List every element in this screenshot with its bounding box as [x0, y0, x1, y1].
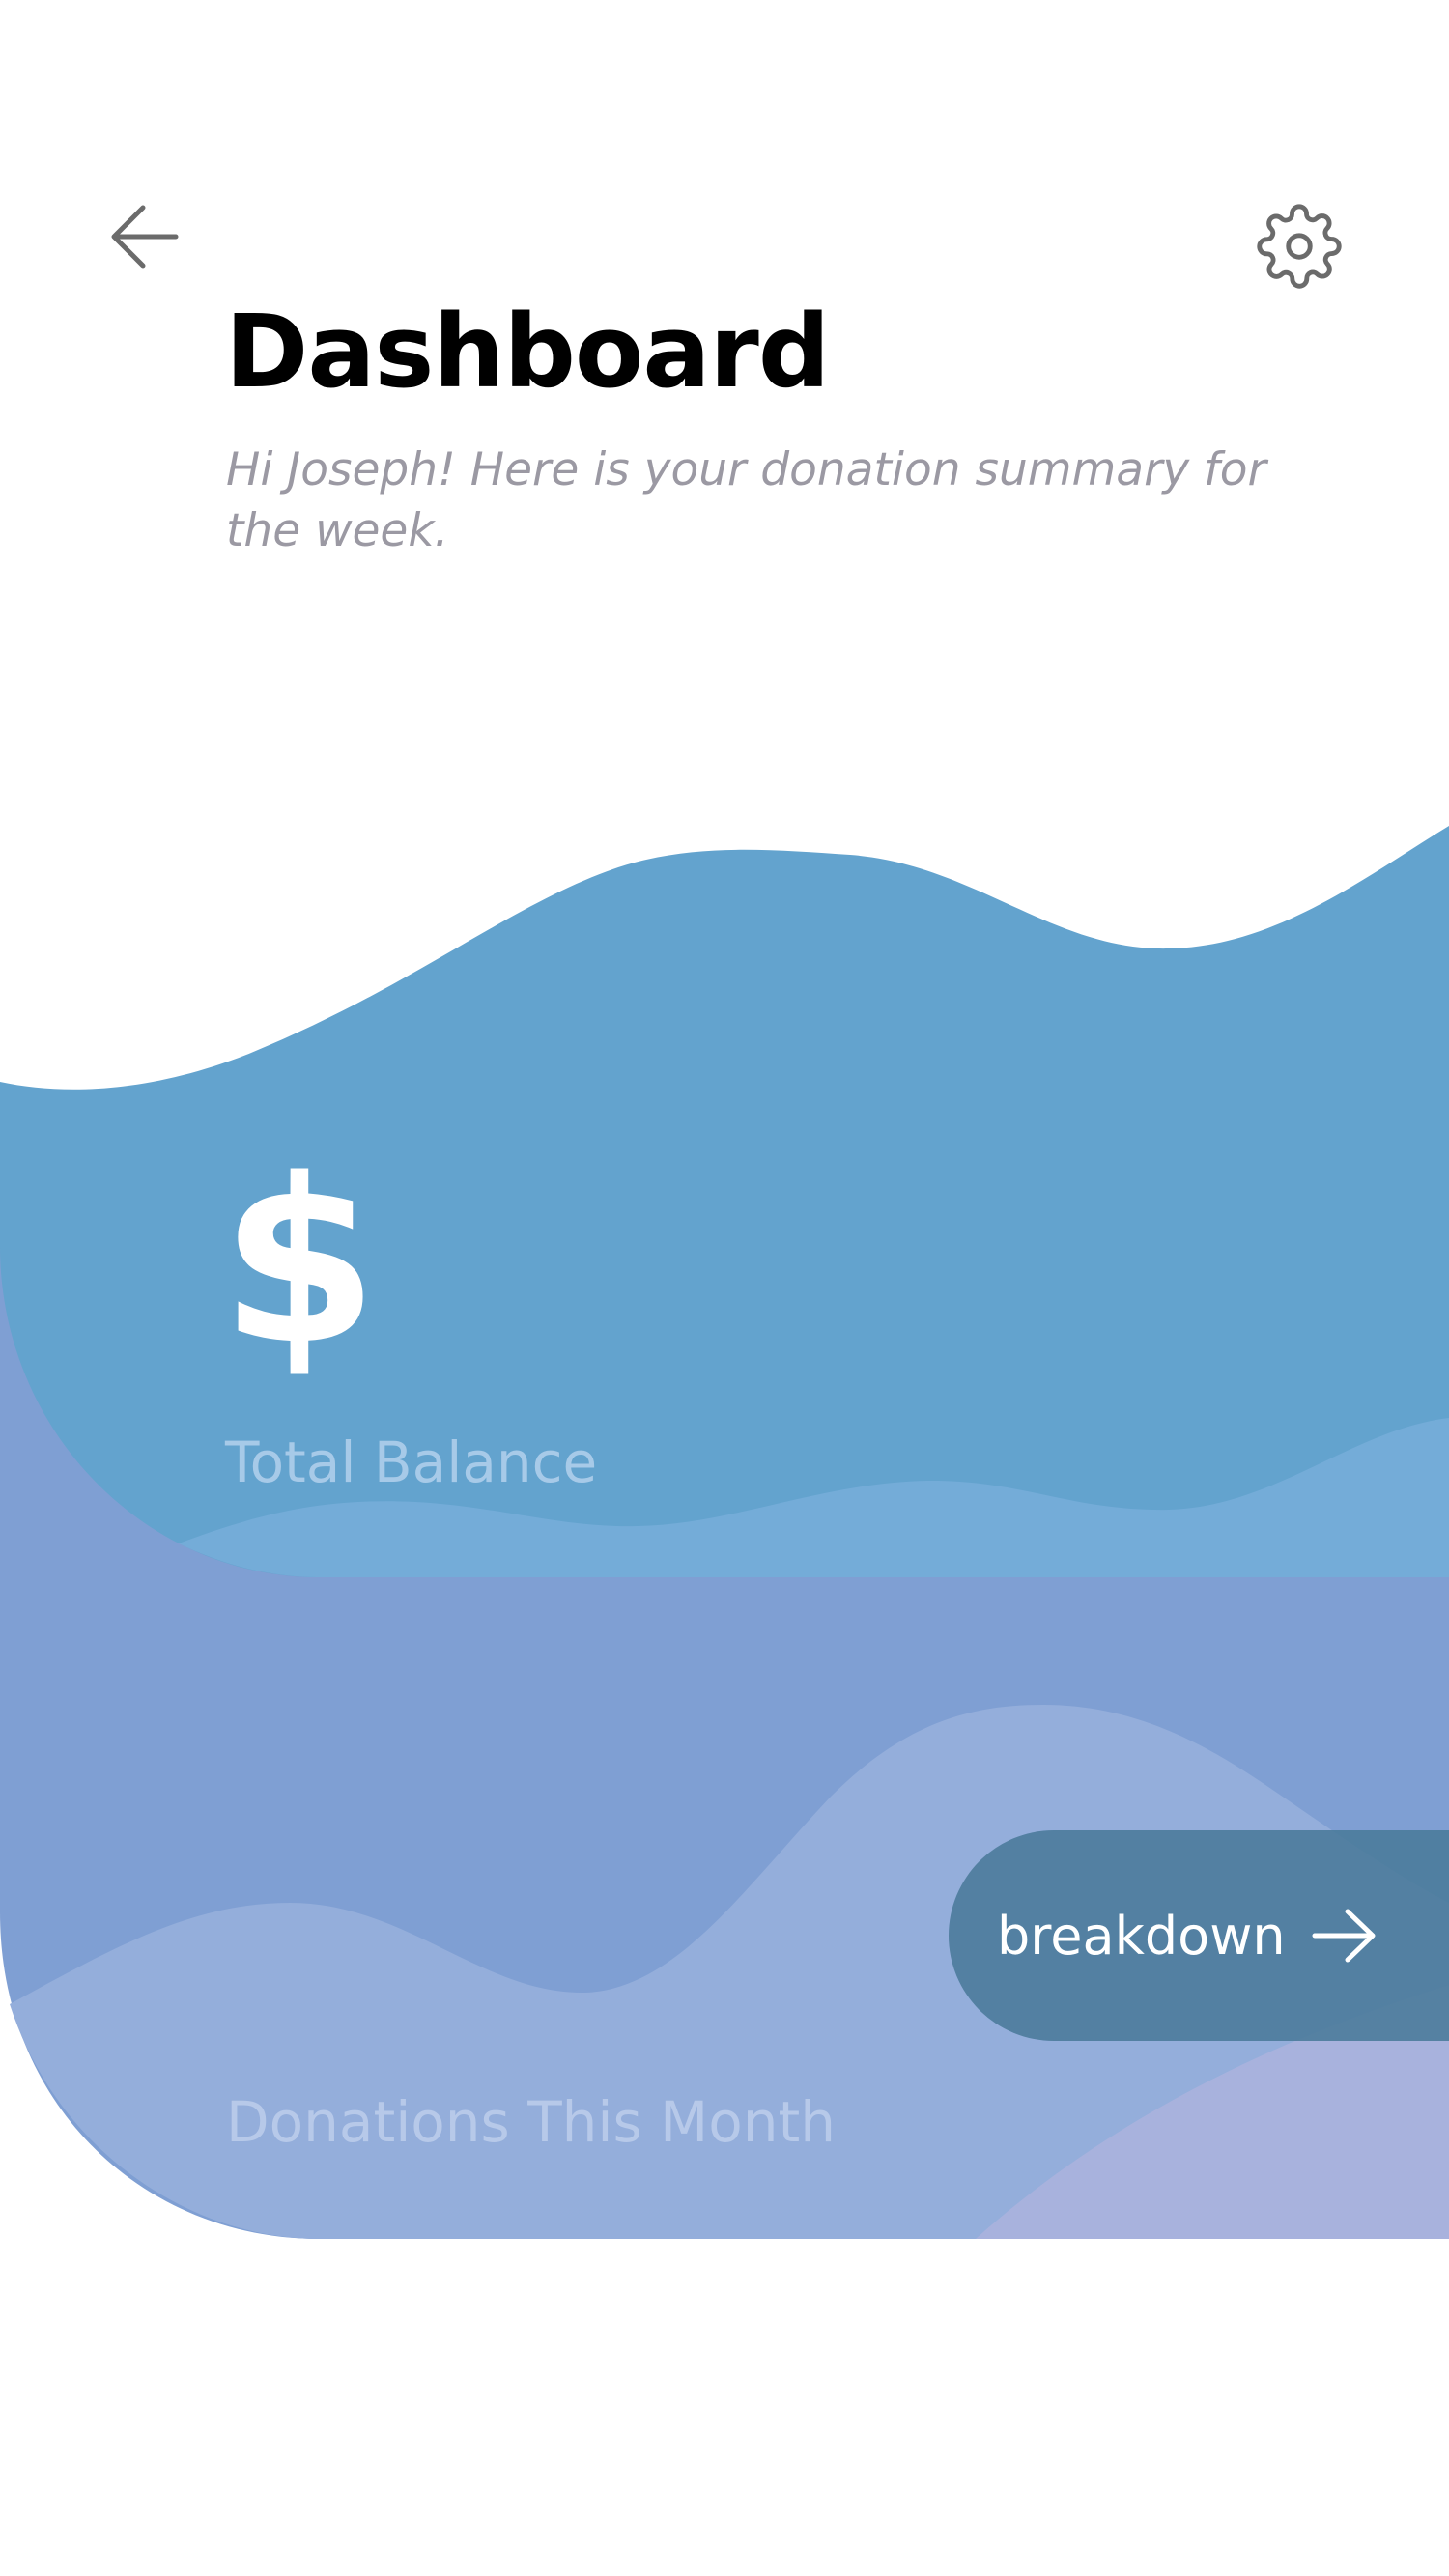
arrow-right-icon [1312, 1909, 1376, 1963]
greeting-subtitle: Hi Joseph! Here is your donation summary… [226, 443, 1266, 557]
breakdown-button[interactable]: breakdown [949, 1830, 1449, 2041]
page-title: Dashboard [225, 293, 830, 410]
arrow-left-icon [111, 205, 179, 269]
breakdown-button-label: breakdown [997, 1905, 1286, 1967]
balance-card-background [0, 826, 1449, 1577]
dashboard-screen: Dashboard Hi Joseph! Here is your donati… [0, 0, 1449, 2576]
back-button[interactable] [97, 193, 193, 280]
dollar-icon: $ [220, 1131, 379, 1395]
settings-button[interactable] [1256, 203, 1343, 290]
gear-icon [1257, 204, 1342, 289]
donations-this-month-label: Donations This Month [226, 2089, 836, 2155]
total-balance-label: Total Balance [225, 1430, 598, 1495]
